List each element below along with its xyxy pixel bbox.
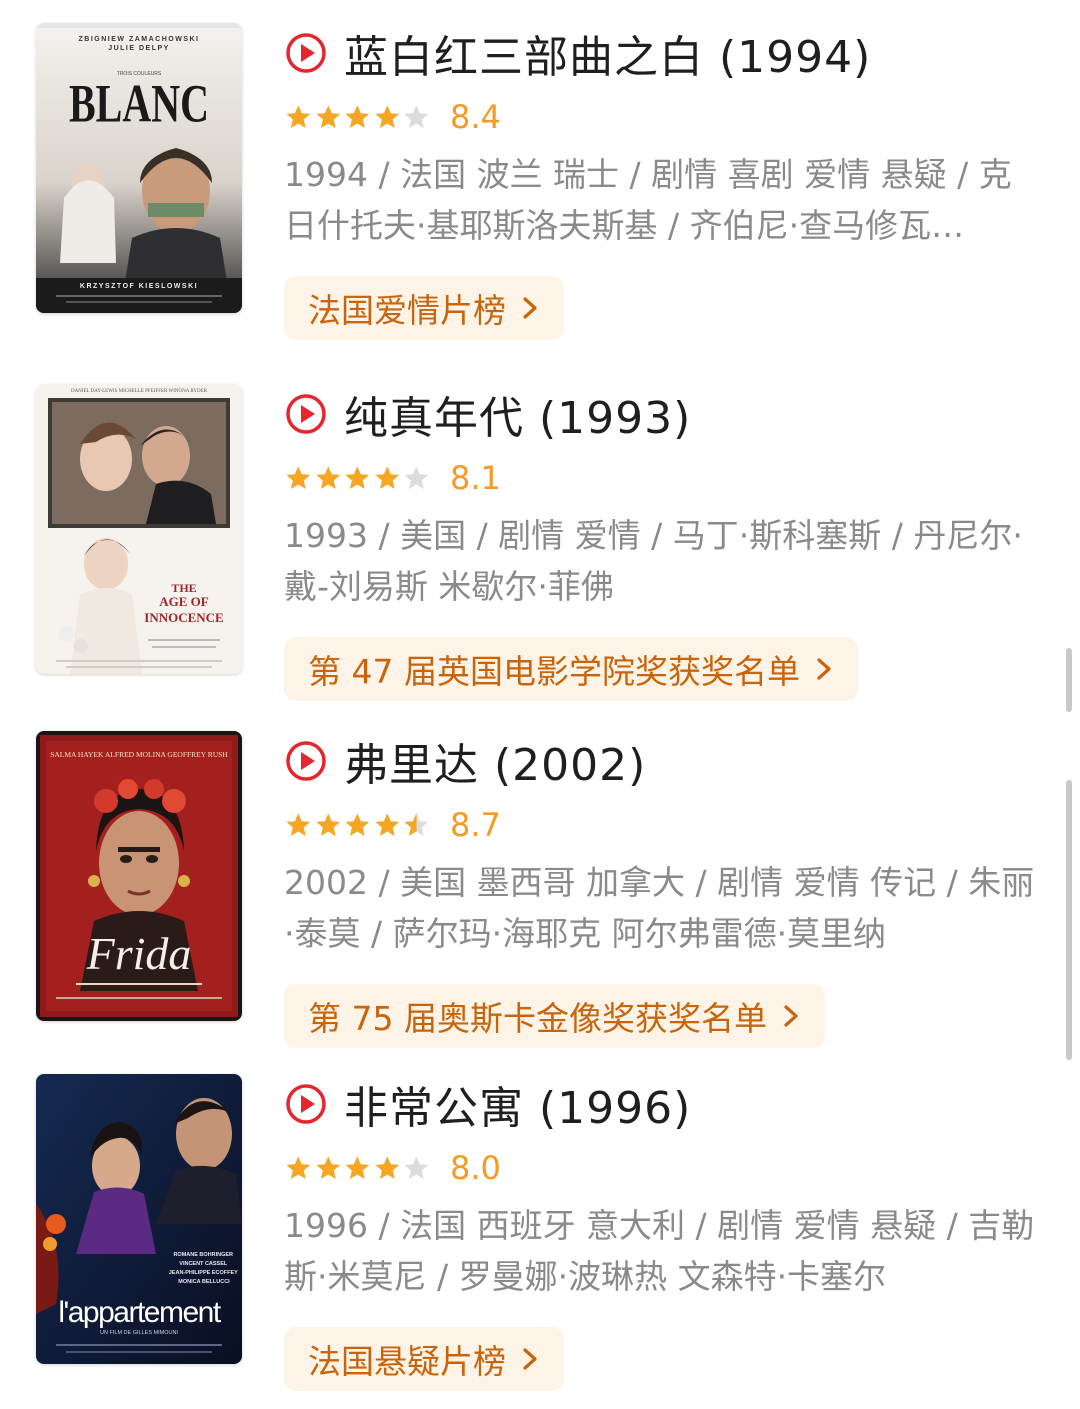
star-icon: [345, 812, 370, 836]
chevron-right-icon: [523, 1348, 537, 1370]
movie-meta: 1993 / 美国 / 剧情 爱情 / 马丁·斯科塞斯 / 丹尼尔·戴-刘易斯 …: [284, 516, 1023, 606]
rating-score: 8.0: [450, 1149, 501, 1187]
star-icon: [315, 104, 340, 128]
star-icon: [404, 465, 429, 489]
poster-credits-top: ZBIGNIEW ZAMACHOWSKI: [79, 36, 200, 43]
star-rating: [284, 811, 432, 840]
chart-tag-label: 法国悬疑片榜: [308, 1342, 506, 1381]
movie-list: ZBIGNIEW ZAMACHOWSKI JULIE DELPY TROIS C…: [0, 0, 1080, 1409]
star-icon: [286, 104, 311, 128]
star-icon: [286, 1155, 311, 1179]
movie-poster[interactable]: ZBIGNIEW ZAMACHOWSKI JULIE DELPY TROIS C…: [36, 23, 242, 313]
star-icon: [375, 465, 399, 489]
credit-line: JEAN-PHILIPPE ECOFFEY: [169, 1270, 238, 1276]
chevron-right-icon: [817, 658, 831, 680]
rating-score: 8.7: [450, 806, 501, 844]
poster-age-of-innocence-image: DANIEL DAY-LEWIS MICHELLE PFEIFFER WINON…: [36, 384, 242, 674]
star-icon: [404, 1155, 429, 1179]
chevron-right-icon: [523, 297, 537, 319]
play-circle-icon[interactable]: [284, 739, 328, 783]
movie-title[interactable]: 弗里达 (2002): [344, 729, 646, 793]
title-row: 蓝白红三部曲之白 (1994): [284, 23, 1040, 83]
rating-row: 8.0: [284, 1148, 1040, 1188]
movie-meta: 2002 / 美国 墨西哥 加拿大 / 剧情 爱情 传记 / 朱丽·泰莫 / 萨…: [284, 863, 1035, 953]
play-circle-icon[interactable]: [284, 31, 328, 75]
poster-credits-bottom: KRZYSZTOF KIESLOWSKI: [80, 283, 198, 290]
star-icon: [345, 1155, 370, 1179]
movie-poster[interactable]: SALMA HAYEK ALFRED MOLINA GEOFFREY RUSH …: [36, 731, 242, 1021]
poster-credits-top: SALMA HAYEK ALFRED MOLINA GEOFFREY RUSH: [50, 750, 228, 759]
movie-poster[interactable]: DANIEL DAY-LEWIS MICHELLE PFEIFFER WINON…: [36, 384, 242, 674]
title-row: 非常公寓 (1996): [284, 1074, 1040, 1134]
poster-title-line1: THE: [171, 581, 196, 595]
chart-tag-label: 法国爱情片榜: [308, 291, 506, 330]
rating-row: 8.4: [284, 97, 1040, 137]
chart-tag-label: 第 75 届奥斯卡金像奖获奖名单: [308, 999, 767, 1038]
rating-score: 8.1: [450, 459, 501, 497]
rating-row: 8.7: [284, 805, 1040, 845]
star-icon: [375, 812, 399, 836]
star-icon: [345, 104, 370, 128]
poster-title: BLANC: [69, 75, 209, 134]
scrollbar-thumb[interactable]: [1066, 780, 1072, 1060]
chart-tag-button[interactable]: 第 75 届奥斯卡金像奖获奖名单: [284, 984, 825, 1048]
star-rating: [284, 103, 432, 132]
chart-tag-label: 第 47 届英国电影学院奖获奖名单: [308, 652, 800, 691]
poster-credits-top2: JULIE DELPY: [108, 45, 170, 52]
rating-score: 8.4: [450, 98, 501, 136]
movie-content: 蓝白红三部曲之白 (1994) 8.4 1994 / 法国 波兰 瑞士 / 剧情…: [284, 23, 1040, 340]
star-icon: [375, 104, 399, 128]
credit-line: ROMANE BOHRINGER: [173, 1252, 233, 1258]
poster-title-line3: INNOCENCE: [144, 610, 223, 625]
star-rating: [284, 464, 432, 493]
title-row: 纯真年代 (1993): [284, 384, 1040, 444]
chart-tag-button[interactable]: 法国悬疑片榜: [284, 1327, 564, 1391]
star-icon: [404, 104, 429, 128]
movie-poster[interactable]: ROMANE BOHRINGER VINCENT CASSEL JEAN-PHI…: [36, 1074, 242, 1364]
movie-title[interactable]: 非常公寓 (1996): [344, 1072, 691, 1136]
movie-title[interactable]: 蓝白红三部曲之白 (1994): [344, 21, 871, 85]
chevron-right-icon: [784, 1005, 798, 1027]
movie-title[interactable]: 纯真年代 (1993): [344, 382, 691, 446]
poster-blanc-image: ZBIGNIEW ZAMACHOWSKI JULIE DELPY TROIS C…: [36, 23, 242, 313]
title-row: 弗里达 (2002): [284, 731, 1040, 791]
star-icon: [315, 1155, 340, 1179]
movie-content: 弗里达 (2002) 8.7 2002 / 美国 墨西哥 加拿大 / 剧情 爱情…: [284, 731, 1040, 1048]
poster-frida-image: SALMA HAYEK ALFRED MOLINA GEOFFREY RUSH …: [36, 731, 242, 1021]
poster-subtitle: UN FILM DE GILLES MIMOUNI: [100, 1330, 178, 1336]
poster-title: l'appartement: [58, 1296, 222, 1329]
poster-title-line2: AGE OF: [159, 594, 209, 609]
star-icon: [315, 465, 340, 489]
chart-tag-button[interactable]: 法国爱情片榜: [284, 276, 564, 340]
movie-meta: 1996 / 法国 西班牙 意大利 / 剧情 爱情 悬疑 / 吉勒斯·米莫尼 /…: [284, 1206, 1035, 1296]
scrollbar-thumb[interactable]: [1066, 648, 1072, 712]
star-icon: [286, 812, 311, 836]
play-circle-icon[interactable]: [284, 1082, 328, 1126]
movie-meta: 1994 / 法国 波兰 瑞士 / 剧情 喜剧 爱情 悬疑 / 克日什托夫·基耶…: [284, 155, 1012, 245]
star-icon: [345, 465, 370, 489]
star-icon: [315, 812, 340, 836]
poster-credits-top: DANIEL DAY-LEWIS MICHELLE PFEIFFER WINON…: [71, 389, 208, 394]
chart-tag-button[interactable]: 第 47 届英国电影学院奖获奖名单: [284, 637, 858, 701]
poster-title: Frida: [86, 928, 192, 979]
star-rating: [284, 1154, 432, 1183]
movie-content: 纯真年代 (1993) 8.1 1993 / 美国 / 剧情 爱情 / 马丁·斯…: [284, 384, 1040, 701]
movie-content: 非常公寓 (1996) 8.0 1996 / 法国 西班牙 意大利 / 剧情 爱…: [284, 1074, 1040, 1391]
poster-lappartement-image: ROMANE BOHRINGER VINCENT CASSEL JEAN-PHI…: [36, 1074, 242, 1364]
play-circle-icon[interactable]: [284, 392, 328, 436]
star-icon: [286, 465, 311, 489]
credit-line: MONICA BELLUCCI: [178, 1279, 230, 1285]
star-icon: [375, 1155, 399, 1179]
star-icon: [404, 812, 429, 836]
credit-line: VINCENT CASSEL: [179, 1261, 228, 1267]
rating-row: 8.1: [284, 458, 1040, 498]
